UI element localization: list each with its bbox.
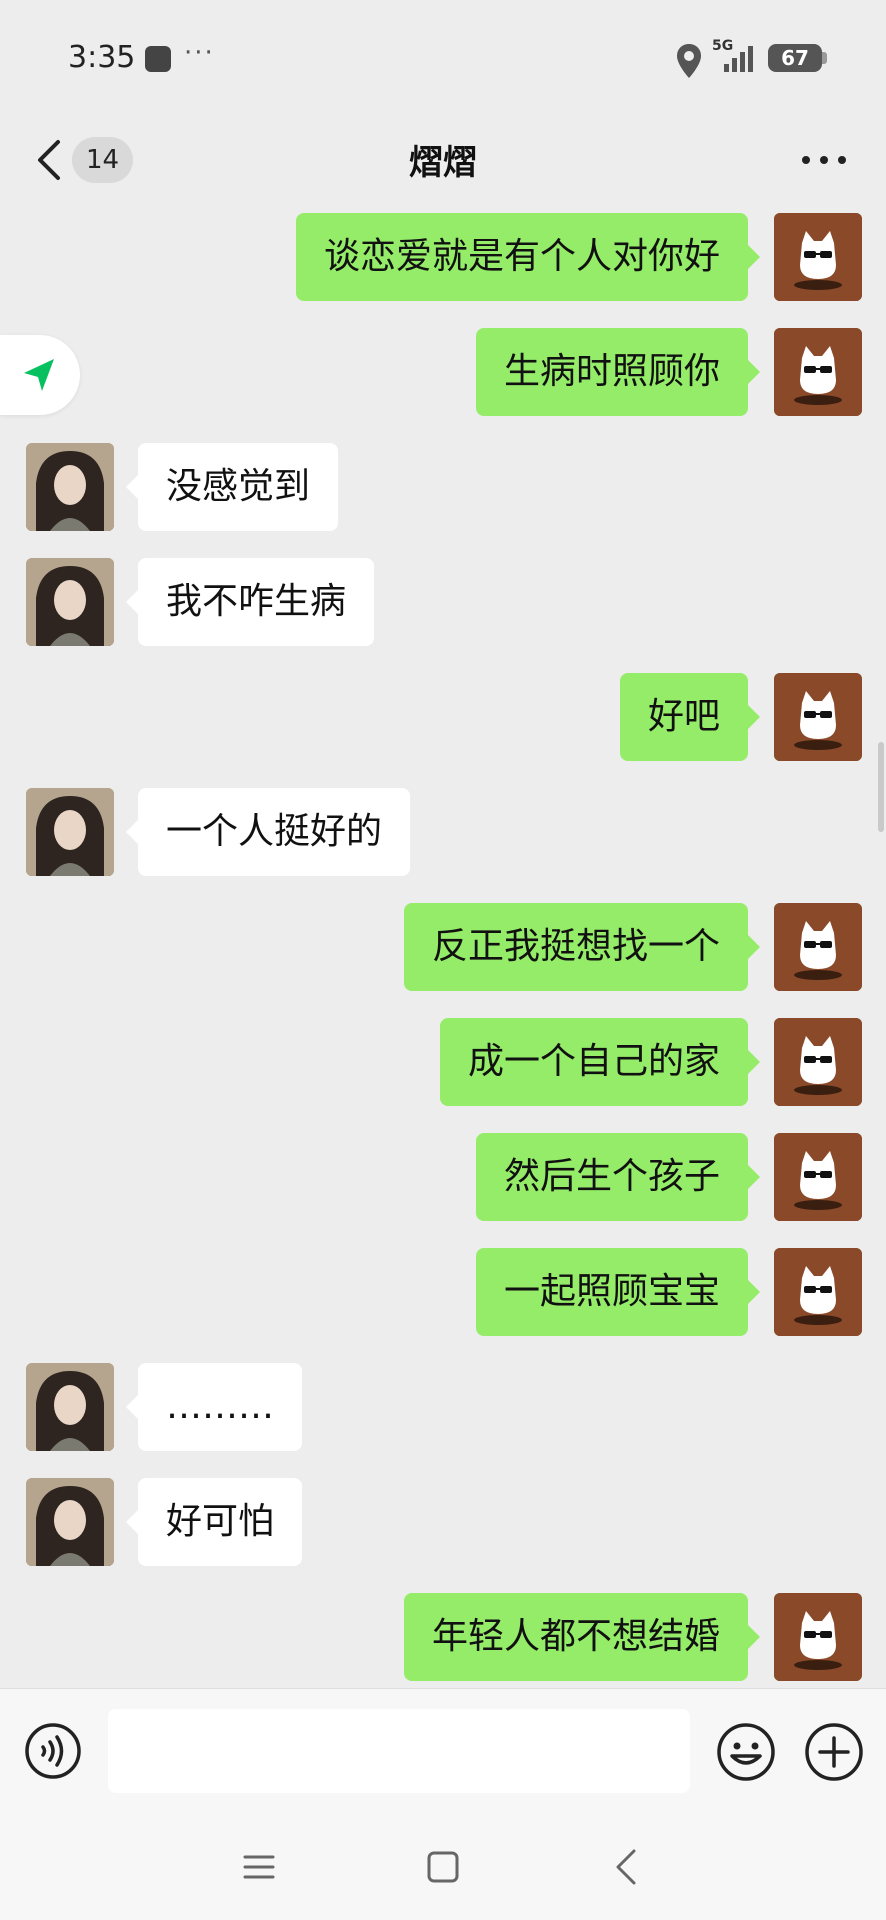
message-row: 好可怕 <box>0 1478 886 1578</box>
home-icon[interactable] <box>426 1850 460 1884</box>
message-row: 一起照顾宝宝 <box>0 1248 886 1348</box>
message-row: 反正我挺想找一个 <box>0 903 886 1003</box>
my-avatar[interactable] <box>774 328 862 416</box>
message-row: 年轻人都不想结婚 <box>0 1593 886 1688</box>
location-pin-icon <box>677 44 701 78</box>
contact-avatar[interactable] <box>26 1363 114 1451</box>
message-row: 生病时照顾你 <box>0 328 886 428</box>
contact-avatar[interactable] <box>26 558 114 646</box>
sent-message-bubble[interactable]: 生病时照顾你 <box>475 328 761 416</box>
received-message-bubble[interactable]: 没感觉到 <box>125 443 339 531</box>
my-avatar[interactable] <box>774 1133 862 1221</box>
sent-message-bubble[interactable]: 成一个自己的家 <box>439 1018 761 1106</box>
my-avatar[interactable] <box>774 1593 862 1681</box>
battery-tip <box>822 52 827 64</box>
signal-icon <box>724 46 753 72</box>
sent-message-bubble[interactable]: 好吧 <box>619 673 761 761</box>
chat-header: 14 熠熠 <box>0 110 886 210</box>
more-dots-icon[interactable] <box>800 150 848 170</box>
message-list[interactable]: 谈恋爱就是有个人对你好生病时照顾你没感觉到我不咋生病好吧一个人挺好的反正我挺想找… <box>0 200 886 1688</box>
my-avatar[interactable] <box>774 1248 862 1336</box>
received-message-bubble[interactable]: 好可怕 <box>125 1478 303 1566</box>
sent-message-bubble[interactable]: 谈恋爱就是有个人对你好 <box>295 213 761 301</box>
recent-apps-icon[interactable] <box>242 1850 276 1884</box>
back-nav-icon[interactable] <box>612 1848 640 1886</box>
message-row: 然后生个孩子 <box>0 1133 886 1233</box>
received-message-bubble[interactable]: 一个人挺好的 <box>125 788 411 876</box>
message-row: 我不咋生病 <box>0 558 886 658</box>
message-input[interactable] <box>108 1709 690 1793</box>
my-avatar[interactable] <box>774 213 862 301</box>
my-avatar[interactable] <box>774 903 862 991</box>
message-row: 好吧 <box>0 673 886 773</box>
location-arrow-icon <box>24 359 54 391</box>
voice-icon[interactable] <box>24 1722 82 1780</box>
my-avatar[interactable] <box>774 1018 862 1106</box>
message-row: 谈恋爱就是有个人对你好 <box>0 213 886 313</box>
received-message-bubble[interactable]: 我不咋生病 <box>125 558 375 646</box>
contact-avatar[interactable] <box>26 443 114 531</box>
contact-avatar[interactable] <box>26 788 114 876</box>
sent-message-bubble[interactable]: 一起照顾宝宝 <box>475 1248 761 1336</box>
location-share-button[interactable] <box>0 335 80 415</box>
sent-message-bubble[interactable]: 年轻人都不想结婚 <box>403 1593 761 1681</box>
notification-app-icon <box>145 46 171 72</box>
scrollbar[interactable] <box>878 742 884 832</box>
message-row: ……… <box>0 1363 886 1463</box>
more-notifications-dots: ··· <box>184 38 215 68</box>
status-time: 3:35 <box>68 40 136 75</box>
my-avatar[interactable] <box>774 673 862 761</box>
emoji-icon[interactable] <box>716 1722 776 1782</box>
message-row: 一个人挺好的 <box>0 788 886 888</box>
chat-title: 熠熠 <box>409 143 477 183</box>
contact-avatar[interactable] <box>26 1478 114 1566</box>
received-message-bubble[interactable]: ……… <box>126 1363 302 1451</box>
sent-message-bubble[interactable]: 反正我挺想找一个 <box>403 903 761 991</box>
battery-icon: 67 <box>768 44 822 72</box>
system-nav-bar <box>0 1814 886 1920</box>
plus-icon[interactable] <box>804 1722 864 1782</box>
message-row: 没感觉到 <box>0 443 886 543</box>
input-bar <box>0 1688 886 1814</box>
status-bar: 3:35 ··· 5G 67 <box>0 0 886 110</box>
sent-message-bubble[interactable]: 然后生个孩子 <box>475 1133 761 1221</box>
message-row: 成一个自己的家 <box>0 1018 886 1118</box>
